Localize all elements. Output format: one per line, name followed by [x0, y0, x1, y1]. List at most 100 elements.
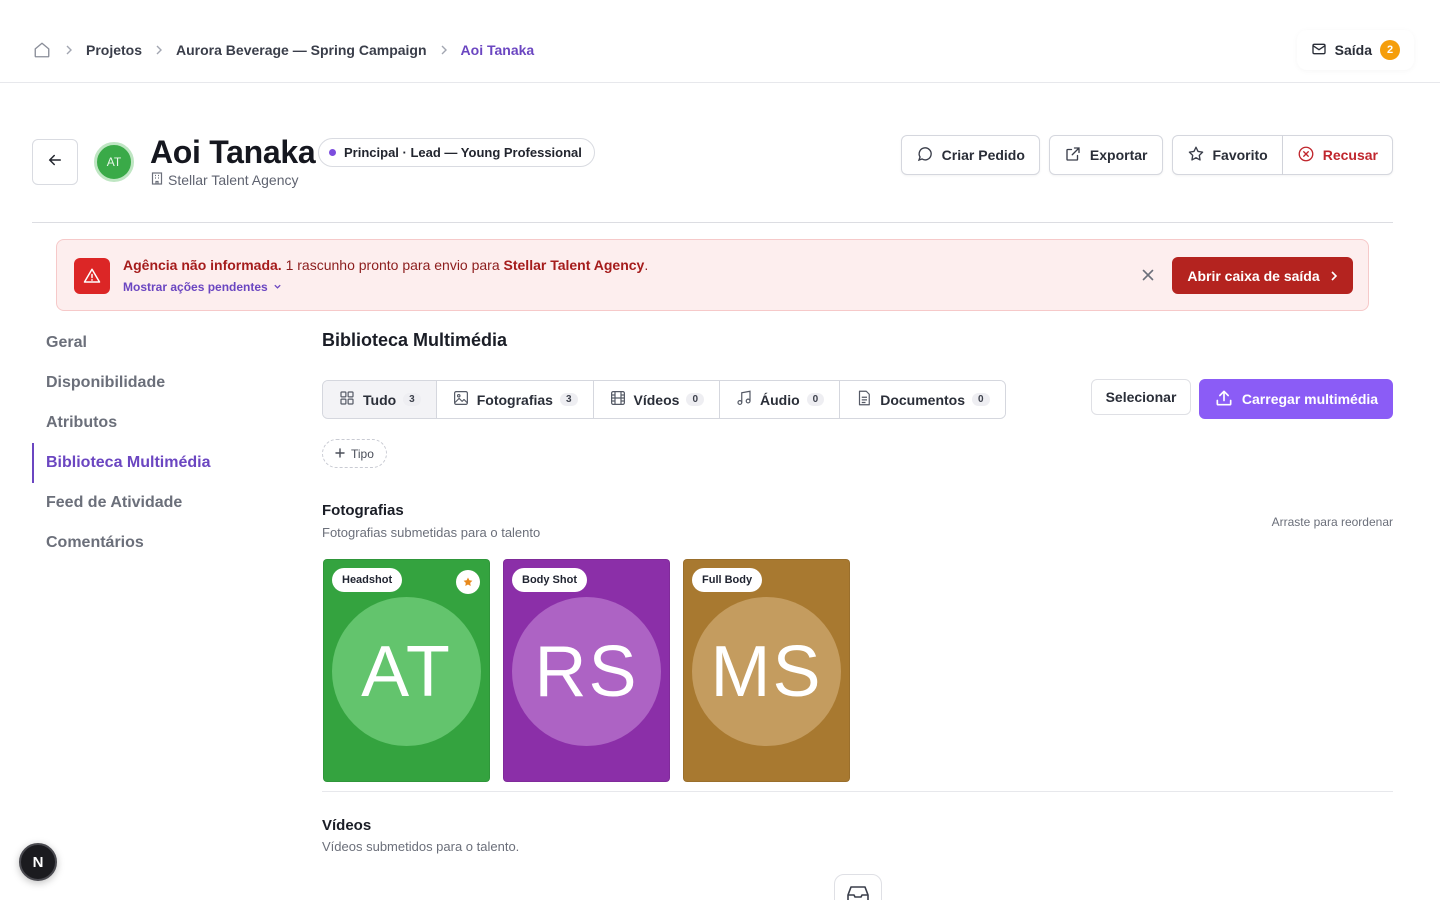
videos-group-title: Vídeos [322, 817, 372, 834]
plus-icon [335, 447, 345, 461]
document-icon [855, 389, 873, 410]
tab-audio[interactable]: Áudio 0 [720, 381, 841, 418]
photo-card[interactable]: Full Body MS [683, 559, 850, 782]
nav-item-general[interactable]: Geral [32, 323, 272, 363]
tab-label: Áudio [760, 391, 800, 408]
videos-group-subtitle: Vídeos submetidos para o talento. [322, 839, 520, 854]
building-icon [151, 172, 163, 188]
page-title: Aoi Tanaka [150, 134, 316, 170]
tab-count: 0 [806, 393, 825, 406]
message-icon [916, 145, 934, 166]
section-title: Biblioteca Multimédia [322, 330, 508, 350]
upload-label: Carregar multimédia [1241, 391, 1379, 407]
breadcrumb: Projetos Aurora Beverage — Spring Campai… [32, 40, 534, 60]
arrow-left-icon [46, 151, 64, 174]
chevron-right-icon [64, 45, 74, 55]
photos-group-subtitle: Fotografias submetidas para o talento [322, 525, 541, 540]
warning-icon [74, 258, 110, 294]
breadcrumb-item-current: Aoi Tanaka [460, 42, 535, 58]
photo-placeholder-initials: RS [512, 597, 661, 746]
decline-label: Recusar [1322, 147, 1378, 163]
tab-videos[interactable]: Vídeos 0 [593, 381, 720, 418]
breadcrumb-item-projects[interactable]: Projetos [86, 42, 142, 58]
photo-tag: Headshot [332, 568, 403, 592]
agency-alert: Agência não informada. 1 rascunho pronto… [56, 239, 1369, 311]
music-icon [735, 389, 753, 410]
avatar: AT [94, 142, 134, 182]
image-icon [452, 389, 470, 410]
upload-icon [1214, 388, 1234, 411]
nav-item-media-library[interactable]: Biblioteca Multimédia [32, 443, 272, 483]
film-icon [609, 389, 627, 410]
export-button[interactable]: Exportar [1048, 135, 1163, 175]
photo-placeholder-initials: AT [332, 597, 481, 746]
export-label: Exportar [1089, 147, 1148, 163]
mail-icon [1311, 41, 1327, 60]
outbox-count-badge: 2 [1380, 40, 1400, 60]
create-order-label: Criar Pedido [941, 147, 1025, 163]
alert-title: Agência não informada. [123, 257, 282, 273]
outbox-label: Saída [1334, 42, 1372, 58]
chevron-right-icon [154, 45, 164, 55]
header-divider [32, 222, 1393, 223]
tab-count: 3 [559, 393, 578, 406]
favorite-decline-group: Favorito Recusar [1171, 135, 1393, 175]
favorite-label: Favorito [1212, 147, 1268, 163]
alert-message: Agência não informada. 1 rascunho pronto… [123, 257, 648, 273]
open-outbox-label: Abrir caixa de saída [1187, 267, 1320, 284]
top-bar: Projetos Aurora Beverage — Spring Campai… [0, 0, 1440, 83]
outbox-button[interactable]: Saída 2 [1297, 30, 1414, 70]
open-outbox-button[interactable]: Abrir caixa de saída [1172, 257, 1353, 294]
tab-all[interactable]: Tudo 3 [323, 381, 437, 418]
role-label: Principal · Lead — Young Professional [344, 145, 582, 160]
close-icon[interactable] [1139, 266, 1157, 284]
select-button[interactable]: Selecionar [1091, 379, 1191, 415]
back-button[interactable] [32, 139, 78, 185]
alert-text-end: . [644, 257, 649, 273]
header-actions: Criar Pedido Exportar Favorito Recusar [900, 135, 1393, 175]
photo-card[interactable]: Headshot AT [323, 559, 490, 782]
type-filter-chip[interactable]: Tipo [322, 439, 387, 468]
tab-count: 0 [686, 393, 704, 406]
alert-agency: Stellar Talent Agency [503, 257, 645, 273]
home-icon[interactable] [32, 40, 52, 60]
nav-item-activity-feed[interactable]: Feed de Atividade [32, 483, 272, 523]
photo-tag: Body Shot [512, 568, 587, 592]
decline-button[interactable]: Recusar [1282, 135, 1393, 175]
nav-item-comments[interactable]: Comentários [32, 523, 272, 563]
breadcrumb-item-project[interactable]: Aurora Beverage — Spring Campaign [176, 42, 427, 58]
tab-label: Fotografias [476, 391, 553, 408]
chevron-right-icon [1330, 268, 1338, 284]
tab-count: 0 [972, 393, 990, 406]
chevron-right-icon [439, 45, 449, 55]
group-divider [322, 791, 1393, 792]
empty-state-inbox-icon [834, 874, 882, 900]
photos-group-title: Fotografias [322, 502, 404, 519]
role-badge: Principal · Lead — Young Professional [318, 138, 595, 167]
tab-count: 3 [403, 393, 421, 406]
type-filter-label: Tipo [351, 446, 374, 461]
photo-placeholder-initials: MS [692, 597, 841, 746]
chevron-down-icon [273, 280, 282, 294]
nav-item-availability[interactable]: Disponibilidade [32, 363, 272, 403]
reorder-hint: Arraste para reordenar [1271, 515, 1393, 529]
external-link-icon [1064, 145, 1082, 166]
grid-icon [338, 389, 356, 410]
tab-label: Tudo [363, 391, 397, 408]
favorite-button[interactable]: Favorito [1171, 135, 1283, 175]
favorite-star-icon[interactable] [456, 570, 480, 594]
dev-tools-badge[interactable]: N [19, 843, 57, 881]
show-pending-actions-link[interactable]: Mostrar ações pendentes [123, 280, 282, 294]
status-dot-icon [329, 149, 336, 156]
tab-label: Documentos [880, 391, 966, 408]
pending-label: Mostrar ações pendentes [123, 280, 268, 294]
create-order-button[interactable]: Criar Pedido [900, 135, 1040, 175]
tab-label: Vídeos [633, 391, 680, 408]
tab-documents[interactable]: Documentos 0 [840, 381, 1005, 418]
tab-photos[interactable]: Fotografias 3 [436, 381, 594, 418]
nav-item-attributes[interactable]: Atributos [32, 403, 272, 443]
agency-info: Stellar Talent Agency [151, 172, 299, 188]
agency-name: Stellar Talent Agency [168, 172, 299, 188]
upload-media-button[interactable]: Carregar multimédia [1199, 379, 1393, 419]
photo-card[interactable]: Body Shot RS [503, 559, 670, 782]
